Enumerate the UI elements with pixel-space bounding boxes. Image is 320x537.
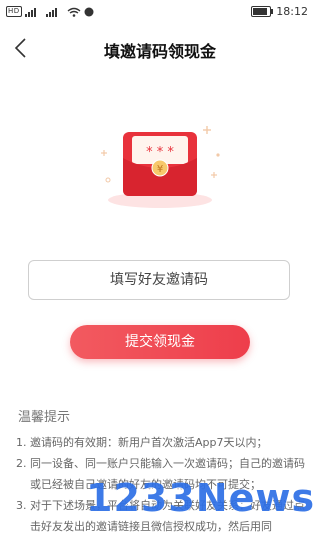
tip-text: 邀请码的有效期：新用户首次激活App7天以内； — [30, 436, 268, 449]
tips-title: 温馨提示 — [18, 410, 71, 425]
sparkle-icon — [101, 150, 107, 156]
envelope-stars: * * * — [146, 145, 174, 160]
sparkle-icon — [216, 153, 220, 157]
tip-item: 1. 邀请码的有效期：新用户首次激活App7天以内； — [16, 432, 308, 453]
hd-icon: HD — [6, 6, 22, 17]
status-indicators: HD — [6, 6, 94, 17]
tip-number: 2. — [16, 457, 27, 470]
tip-number: 3. — [16, 499, 27, 512]
status-bar: HD 18:12 — [0, 0, 320, 26]
sparkle-icon — [203, 126, 211, 134]
clock: 18:12 — [276, 5, 308, 18]
sparkle-icon — [105, 177, 111, 183]
signal-icon — [45, 7, 57, 17]
page-title: 填邀请码领现金 — [103, 42, 216, 61]
sparkle-icon — [211, 172, 217, 178]
wifi-icon — [67, 7, 81, 17]
tip-number: 1. — [16, 436, 27, 449]
battery-level — [253, 8, 267, 15]
status-right: 18:12 — [251, 5, 308, 18]
battery-icon — [251, 6, 274, 17]
coin-symbol: ¥ — [157, 164, 163, 175]
watermark-logo: 1233News — [86, 476, 316, 520]
signal-icon — [24, 7, 36, 17]
red-envelope-illustration: * * * ¥ — [101, 126, 220, 208]
nav-bar: 填邀请码领现金 — [0, 26, 320, 70]
notification-icon — [84, 7, 94, 16]
submit-button[interactable]: 提交领现金 — [70, 325, 250, 359]
invite-code-input[interactable]: 填写好友邀请码 — [28, 260, 290, 300]
